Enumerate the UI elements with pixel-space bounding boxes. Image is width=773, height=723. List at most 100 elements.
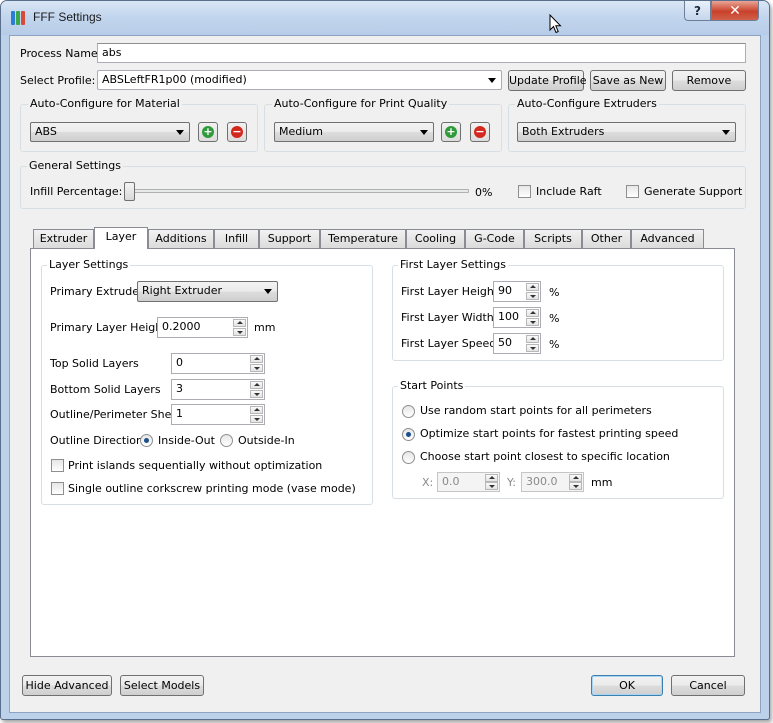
auto-extruders-title: Auto-Configure Extruders [515, 97, 659, 111]
add-quality-button[interactable]: + [441, 122, 461, 142]
tab-layer[interactable]: Layer [94, 227, 148, 249]
spin-arrows-icon[interactable] [526, 283, 539, 300]
quality-select[interactable]: Medium [274, 122, 434, 142]
start-y-value: 300.0 [526, 475, 558, 488]
chevron-down-icon [176, 130, 184, 135]
save-as-new-button[interactable]: Save as New [590, 70, 666, 91]
first-layer-height-value: 90 [498, 284, 512, 297]
primary-extruder-select[interactable]: Right Extruder [137, 281, 278, 302]
plus-icon: + [202, 125, 214, 138]
process-name-input[interactable]: abs [97, 43, 746, 63]
app-icon [11, 10, 27, 26]
tab-additions[interactable]: Additions [148, 229, 214, 248]
top-solid-layers-spin[interactable]: 0 [171, 353, 265, 374]
outline-direction-label: Outline Direction: [50, 434, 147, 447]
first-layer-speed-spin[interactable]: 50 [493, 333, 541, 354]
optimize-start-radio[interactable] [402, 428, 415, 441]
tab-cooling[interactable]: Cooling [406, 229, 465, 248]
update-profile-button[interactable]: Update Profile [508, 70, 587, 91]
tab-infill[interactable]: Infill [214, 229, 259, 248]
start-unit-label: mm [591, 476, 613, 489]
first-layer-height-label: First Layer Height [401, 285, 499, 298]
spin-arrows-icon[interactable] [485, 474, 498, 490]
ok-button[interactable]: OK [591, 675, 663, 696]
spin-arrows-icon[interactable] [250, 381, 263, 398]
start-points-title: Start Points [398, 379, 466, 393]
optimize-start-label: Optimize start points for fastest printi… [420, 427, 679, 440]
spin-arrows-icon[interactable] [526, 309, 539, 326]
remove-material-button[interactable]: − [227, 122, 247, 142]
outline-shells-spin[interactable]: 1 [171, 404, 265, 425]
first-layer-speed-unit: % [549, 338, 560, 351]
remove-quality-button[interactable]: − [470, 122, 490, 142]
chevron-down-icon [264, 289, 272, 294]
add-material-button[interactable]: + [198, 122, 218, 142]
primary-layer-height-spin[interactable]: 0.2000 [157, 317, 248, 338]
inside-out-radio[interactable] [140, 434, 153, 447]
profile-select[interactable]: ABSLeftFR1p00 (modified) [97, 70, 502, 90]
tab-extruder[interactable]: Extruder [33, 229, 94, 248]
spin-arrows-icon[interactable] [233, 319, 246, 336]
layer-settings-title: Layer Settings [47, 258, 131, 272]
title-bar[interactable]: FFF Settings ? ✕ [1, 1, 769, 35]
material-select-value: ABS [35, 125, 57, 138]
tab-other[interactable]: Other [582, 229, 631, 248]
start-y-label: Y: [507, 476, 516, 489]
start-y-spin[interactable]: 300.0 [521, 472, 584, 492]
start-x-spin[interactable]: 0.0 [437, 472, 500, 492]
spin-arrows-icon[interactable] [250, 355, 263, 372]
hide-advanced-button[interactable]: Hide Advanced [22, 675, 112, 696]
close-button[interactable]: ✕ [711, 1, 759, 21]
bottom-solid-layers-label: Bottom Solid Layers [50, 383, 161, 396]
first-layer-width-label: First Layer Width [401, 311, 494, 324]
first-layer-speed-value: 50 [498, 336, 512, 349]
top-solid-layers-label: Top Solid Layers [50, 357, 139, 370]
first-layer-height-unit: % [549, 286, 560, 299]
infill-slider-thumb[interactable] [124, 182, 135, 201]
extruders-select[interactable]: Both Extruders [517, 122, 736, 142]
outside-in-radio[interactable] [220, 434, 233, 447]
generate-support-label: Generate Support [644, 185, 743, 198]
outline-shells-value: 1 [176, 407, 183, 420]
primary-layer-height-value: 0.2000 [162, 320, 201, 333]
print-islands-checkbox[interactable] [51, 459, 64, 472]
chevron-down-icon [488, 78, 496, 83]
plus-icon: + [445, 125, 457, 138]
tab-scripts[interactable]: Scripts [524, 229, 582, 248]
vase-mode-label: Single outline corkscrew printing mode (… [68, 482, 356, 495]
start-x-label: X: [422, 476, 434, 489]
tab-g-code[interactable]: G-Code [465, 229, 524, 248]
chevron-down-icon [722, 130, 730, 135]
random-start-radio[interactable] [402, 405, 415, 418]
bottom-solid-layers-spin[interactable]: 3 [171, 379, 265, 400]
vase-mode-checkbox[interactable] [51, 482, 64, 495]
material-select[interactable]: ABS [30, 122, 190, 142]
first-layer-speed-label: First Layer Speed [401, 337, 497, 350]
inside-out-label: Inside-Out [158, 434, 215, 447]
auto-material-title: Auto-Configure for Material [28, 97, 182, 111]
bottom-solid-layers-value: 3 [176, 382, 183, 395]
remove-profile-button[interactable]: Remove [672, 70, 746, 91]
tab-support[interactable]: Support [259, 229, 320, 248]
print-islands-label: Print islands sequentially without optim… [68, 459, 323, 472]
extruders-select-value: Both Extruders [522, 125, 605, 138]
specific-start-radio[interactable] [402, 451, 415, 464]
cancel-button[interactable]: Cancel [671, 675, 745, 696]
help-button[interactable]: ? [684, 1, 711, 21]
spin-arrows-icon[interactable] [526, 335, 539, 352]
tab-temperature[interactable]: Temperature [320, 229, 406, 248]
spin-arrows-icon[interactable] [569, 474, 582, 490]
random-start-label: Use random start points for all perimete… [420, 404, 652, 417]
select-models-button[interactable]: Select Models [120, 675, 204, 696]
generate-support-checkbox[interactable] [626, 185, 639, 198]
first-layer-height-spin[interactable]: 90 [493, 281, 541, 302]
outside-in-label: Outside-In [238, 434, 295, 447]
outline-shells-label: Outline/Perimeter Shells [50, 408, 184, 421]
infill-percentage-label: Infill Percentage: [30, 185, 123, 198]
infill-slider-track[interactable] [127, 189, 469, 193]
first-layer-width-spin[interactable]: 100 [493, 307, 541, 328]
profile-select-value: ABSLeftFR1p00 (modified) [102, 73, 247, 86]
spin-arrows-icon[interactable] [250, 406, 263, 423]
include-raft-checkbox[interactable] [518, 185, 531, 198]
tab-advanced[interactable]: Advanced [631, 229, 704, 248]
